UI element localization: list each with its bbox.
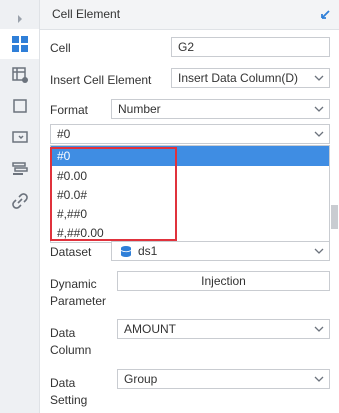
stack-icon (11, 162, 28, 175)
chevron-down-icon (309, 100, 329, 118)
chevron-down-icon (309, 125, 329, 143)
widget-tab[interactable] (0, 91, 39, 121)
data-column-label-line1: Data (50, 326, 76, 340)
data-column-select[interactable]: AMOUNT (117, 319, 330, 339)
format-pattern-select[interactable]: #0 (50, 124, 330, 144)
hyperlink-tab[interactable] (0, 186, 39, 216)
scrollbar-thumb[interactable] (331, 205, 338, 229)
chevron-down-icon (309, 370, 329, 388)
dataset-select[interactable]: ds1 (111, 241, 330, 261)
cell-input[interactable]: G2 (171, 37, 330, 57)
insert-cell-element-label: Insert Cell Element (50, 73, 152, 87)
format-type-select[interactable]: Number (111, 99, 330, 119)
format-pattern-value: #0 (57, 127, 71, 141)
database-icon (120, 245, 132, 261)
cell-label: Cell (50, 41, 71, 55)
dataset-label: Dataset (50, 245, 92, 259)
dataset-value: ds1 (138, 244, 158, 258)
injection-button[interactable]: Injection (117, 271, 330, 291)
data-setting-label-line2: Setting (50, 393, 88, 407)
format-type-value: Number (118, 102, 161, 116)
cell-attributes-tab[interactable] (0, 60, 39, 90)
left-toolbar (0, 0, 40, 413)
chevron-down-icon (309, 242, 329, 260)
insert-cell-element-select[interactable]: Insert Data Column(D) (171, 68, 330, 88)
panel-header: Cell Element (40, 0, 339, 30)
square-icon (12, 99, 27, 113)
data-setting-value: Group (124, 372, 158, 386)
format-label: Format (50, 103, 89, 117)
annotation-highlight-box (50, 147, 177, 241)
condition-tab[interactable] (0, 154, 39, 184)
cell-element-tab[interactable] (0, 29, 39, 59)
dropdown-widget-tab[interactable] (0, 122, 39, 152)
data-column-value: AMOUNT (124, 322, 176, 336)
data-column-label-line2: Column (50, 343, 92, 357)
chevron-down-icon (309, 69, 329, 87)
table-settings-icon (11, 67, 28, 83)
panel-title: Cell Element (52, 7, 121, 21)
link-icon (11, 193, 28, 209)
dynamic-parameter-label-line1: Dynamic (50, 277, 97, 291)
dynamic-parameter-label-line2: Parameter (50, 294, 107, 308)
pin-icon[interactable] (319, 7, 333, 24)
insert-cell-element-value: Insert Data Column(D) (178, 71, 299, 85)
chevron-down-icon (309, 320, 329, 338)
dropdown-box-icon (11, 131, 28, 143)
grid-icon (11, 36, 28, 52)
data-setting-select[interactable]: Group (117, 369, 330, 389)
data-setting-label-line1: Data (50, 376, 76, 390)
